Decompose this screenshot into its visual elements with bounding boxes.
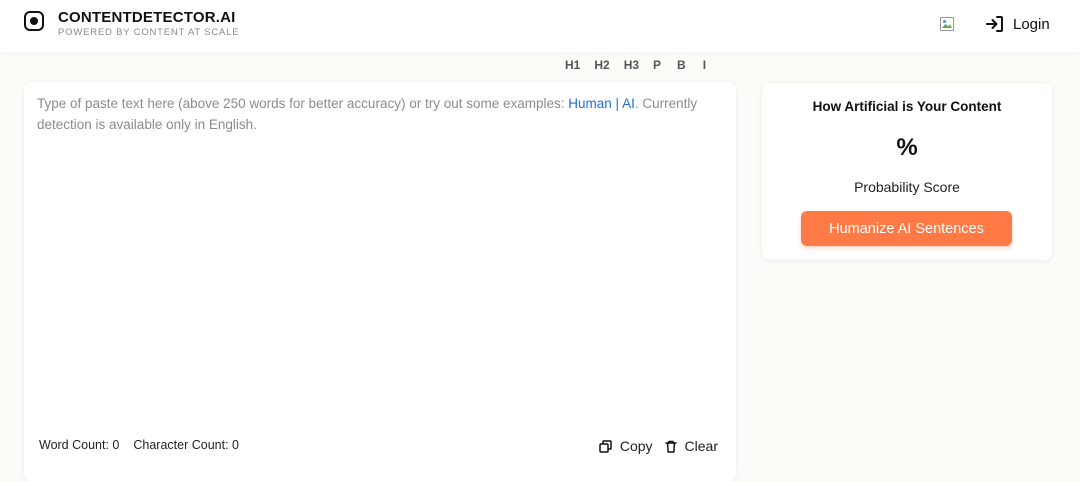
- clear-button[interactable]: Clear: [664, 438, 718, 454]
- placeholder-text-start: Type of paste text here (above 250 words…: [37, 96, 569, 111]
- text-editor[interactable]: Type of paste text here (above 250 words…: [24, 82, 736, 482]
- score-percentage: %: [896, 134, 918, 161]
- top-header: CONTENTDETECTOR.AI POWERED BY CONTENT AT…: [0, 0, 1080, 52]
- copy-button[interactable]: Copy: [599, 438, 653, 454]
- character-count: Character Count: 0: [133, 438, 239, 452]
- login-label: Login: [1013, 15, 1050, 33]
- format-italic-button[interactable]: I: [703, 58, 706, 72]
- example-ai-link[interactable]: AI: [622, 96, 635, 111]
- format-h2-button[interactable]: H2: [594, 58, 609, 72]
- humanize-ai-sentences-button[interactable]: Humanize AI Sentences: [801, 211, 1012, 246]
- example-separator: |: [611, 96, 623, 111]
- example-human-link[interactable]: Human: [568, 96, 612, 111]
- editor-actions: Copy Clear: [599, 438, 718, 454]
- login-arrow-icon: [986, 16, 1003, 32]
- format-h3-button[interactable]: H3: [624, 58, 639, 72]
- score-label: Probability Score: [854, 179, 960, 195]
- format-h1-button[interactable]: H1: [565, 58, 580, 72]
- broken-image-icon: [940, 17, 954, 31]
- probability-score-card: How Artificial is Your Content % Probabi…: [762, 83, 1052, 260]
- word-count: Word Count: 0: [39, 438, 120, 452]
- editor-placeholder[interactable]: Type of paste text here (above 250 words…: [37, 93, 727, 135]
- format-toolbar: H1 H2 H3 P B I: [565, 58, 706, 72]
- trash-icon: [664, 440, 677, 453]
- brand-tagline: POWERED BY CONTENT AT SCALE: [58, 27, 240, 38]
- format-bold-button[interactable]: B: [677, 58, 686, 72]
- copy-label: Copy: [619, 438, 653, 454]
- brand-name[interactable]: CONTENTDETECTOR.AI: [58, 9, 236, 26]
- copy-icon: [599, 439, 612, 453]
- logo-icon[interactable]: [24, 11, 44, 31]
- clear-label: Clear: [684, 438, 718, 454]
- score-card-title: How Artificial is Your Content: [812, 99, 1002, 114]
- format-paragraph-button[interactable]: P: [653, 58, 661, 72]
- login-button[interactable]: Login: [985, 13, 1050, 35]
- editor-counts: Word Count: 0 Character Count: 0: [39, 438, 239, 452]
